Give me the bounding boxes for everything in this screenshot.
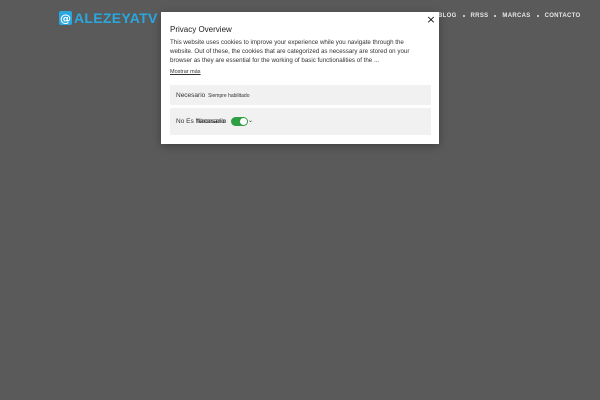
category-label: Necesario Siempre habilitado: [176, 92, 250, 99]
consent-toggle[interactable]: [231, 117, 248, 126]
toggle-knob: [240, 118, 247, 125]
modal-title: Privacy Overview: [170, 25, 232, 34]
category-overlap-label: Necesario: [197, 118, 227, 125]
close-button[interactable]: ×: [426, 14, 436, 26]
always-enabled-text: Siempre habilitado: [208, 93, 250, 99]
show-more-link[interactable]: Mostrar más: [170, 69, 201, 75]
cookie-category-necessary[interactable]: Necesario Siempre habilitado: [170, 85, 431, 105]
modal-description: This website uses cookies to improve you…: [170, 39, 410, 64]
cookie-category-non-necessary[interactable]: No Es Necesario Necesario ⌄: [170, 108, 431, 135]
chevron-down-icon[interactable]: ⌄: [248, 117, 253, 124]
privacy-modal: Privacy Overview × This website uses coo…: [161, 12, 439, 144]
